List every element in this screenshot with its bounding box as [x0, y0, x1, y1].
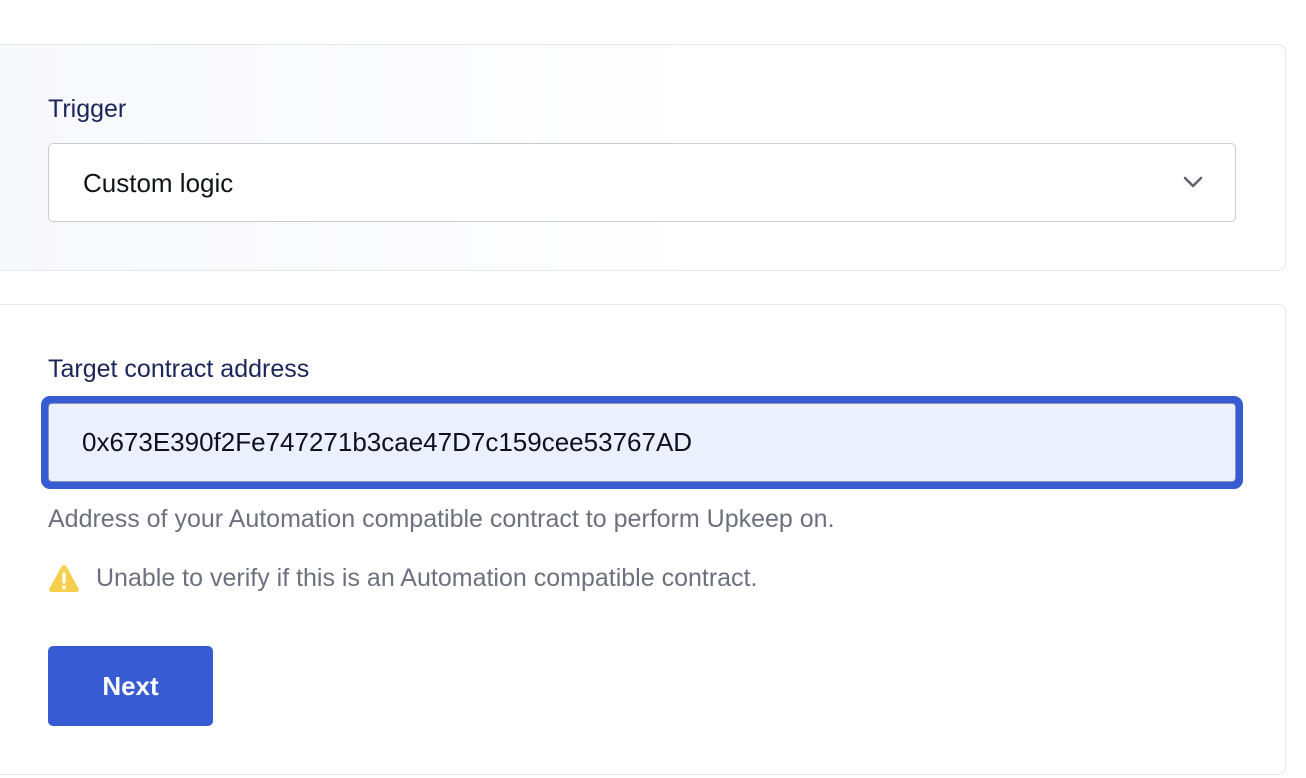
target-contract-label: Target contract address — [48, 355, 310, 383]
target-contract-input[interactable] — [48, 403, 1236, 482]
verification-warning: Unable to verify if this is an Automatio… — [48, 560, 757, 596]
trigger-select-value: Custom logic — [83, 168, 234, 198]
trigger-label: Trigger — [48, 95, 127, 123]
target-contract-focus-ring — [41, 396, 1243, 489]
next-button[interactable]: Next — [48, 646, 213, 726]
warning-text: Unable to verify if this is an Automatio… — [96, 563, 758, 592]
warning-icon — [49, 565, 79, 592]
chevron-down-icon — [1183, 176, 1203, 188]
cut-off-heading — [0, 0, 1306, 20]
target-contract-help-text: Address of your Automation compatible co… — [48, 505, 835, 533]
register-upkeep-page: Trigger Custom logic Target contract add… — [0, 0, 1306, 778]
trigger-select[interactable]: Custom logic — [48, 143, 1236, 222]
